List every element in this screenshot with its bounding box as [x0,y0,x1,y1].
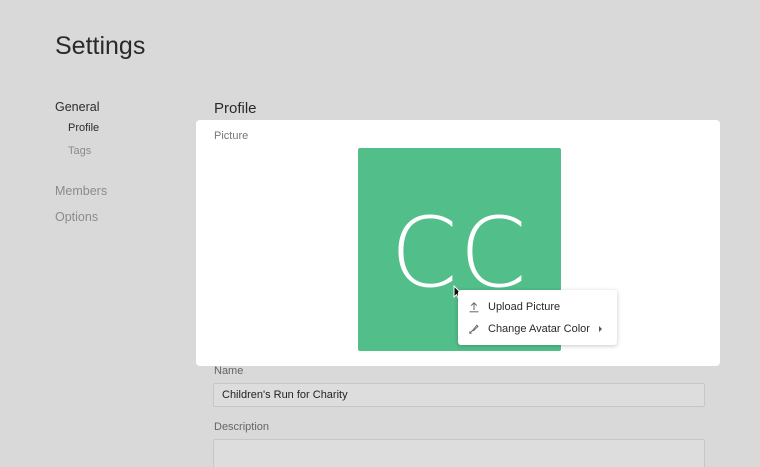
paint-brush-icon [468,324,479,335]
nav-item-options[interactable]: Options [55,210,98,224]
menu-item-label: Upload Picture [488,301,561,313]
name-field[interactable] [213,383,705,407]
page-title: Settings [55,32,146,60]
avatar-context-menu: Upload Picture Change Avatar Color [458,290,617,345]
picture-label: Picture [214,130,249,142]
submenu-arrow-icon [599,326,602,332]
nav-item-general[interactable]: General [55,100,99,114]
nav-item-members[interactable]: Members [55,184,107,198]
description-field[interactable] [213,439,705,467]
nav-item-tags[interactable]: Tags [68,145,91,157]
section-title: Profile [214,100,257,117]
menu-item-upload-picture[interactable]: Upload Picture [458,296,617,318]
upload-icon [469,302,479,313]
name-label: Name [214,365,244,377]
nav-item-profile[interactable]: Profile [68,122,99,134]
menu-item-change-avatar-color[interactable]: Change Avatar Color [458,318,617,340]
menu-item-label: Change Avatar Color [488,323,590,335]
description-label: Description [214,421,270,433]
